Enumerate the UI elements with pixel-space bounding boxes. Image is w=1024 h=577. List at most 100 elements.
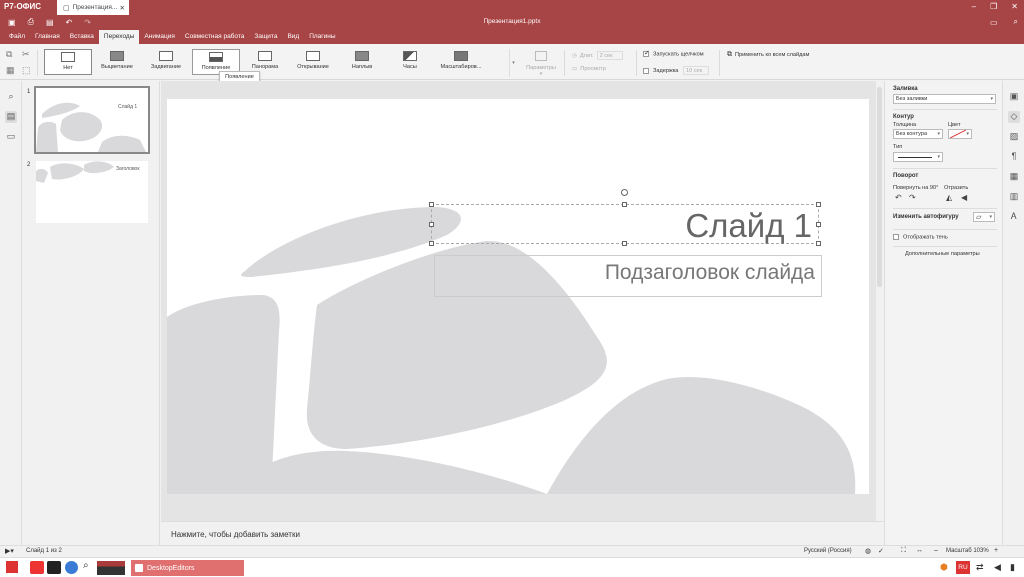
parameters-button[interactable]: Параметры ▾ [524, 49, 558, 77]
transition-zoom[interactable]: Масштабиров... [434, 49, 488, 75]
color-picker[interactable]: ▾ [948, 129, 972, 139]
language-select[interactable]: Русский (Россия) [804, 548, 852, 554]
notes-placeholder[interactable]: Нажмите, чтобы добавить заметки [171, 530, 300, 539]
volume-icon[interactable]: ◀ [994, 562, 1001, 573]
comments-icon[interactable]: ▭ [5, 131, 17, 143]
rotate-right-icon[interactable]: ↷ [909, 193, 916, 202]
rotate-handle-icon[interactable] [621, 189, 628, 196]
flip-horizontal-icon[interactable]: ◭ [946, 193, 952, 202]
type-label: Тип [893, 144, 903, 150]
transition-reveal[interactable]: Открывание [290, 49, 336, 75]
resize-handle[interactable] [429, 222, 434, 227]
push-icon [159, 51, 173, 61]
taskbar-desktop-editors[interactable]: DesktopEditors [131, 560, 244, 576]
tab-transitions[interactable]: Переходы [98, 30, 140, 44]
tab-protection[interactable]: Защита [249, 30, 282, 44]
image-settings-icon[interactable]: ▨ [1008, 131, 1020, 143]
start-on-click-checkbox[interactable]: Запускать щелчком [643, 49, 704, 57]
slide-thumbnail-1[interactable]: Слайд 1 [34, 86, 150, 154]
subtitle-placeholder[interactable]: Подзаголовок слайда [434, 255, 822, 297]
window-preview-icon[interactable] [97, 561, 125, 575]
slide-thumbnail-2[interactable]: Заголовок [36, 161, 148, 223]
search-icon[interactable]: ⌕ [5, 91, 17, 103]
resize-handle[interactable] [816, 222, 821, 227]
browser-app-icon[interactable] [65, 561, 78, 574]
search-icon[interactable]: ⌕ [83, 560, 89, 571]
tab-collaboration[interactable]: Совместная работа [180, 30, 249, 44]
change-shape-select[interactable]: ▱ ▾ [973, 212, 995, 222]
gallery-expand-icon[interactable]: ▾ [509, 49, 517, 77]
zoom-in-icon[interactable]: + [994, 547, 998, 554]
start-menu-icon[interactable] [6, 561, 18, 573]
slides-panel: 1 Слайд 1 2 Заголовок [22, 81, 160, 545]
slide-settings-icon[interactable]: ▣ [1008, 91, 1020, 103]
tab-animation[interactable]: Анимация [139, 30, 180, 44]
slide-subtitle[interactable]: Подзаголовок слайда [605, 261, 815, 285]
select-all-icon[interactable]: ⬚ [22, 65, 31, 76]
chart-settings-icon[interactable]: ▥ [1008, 191, 1020, 203]
package-tray-icon[interactable]: ⬢ [940, 562, 948, 573]
flip-vertical-icon[interactable]: ◀ [961, 193, 967, 202]
resize-handle[interactable] [816, 202, 821, 207]
preview-button[interactable]: ▭ Просмотр [572, 66, 606, 72]
table-settings-icon[interactable]: ▦ [1008, 171, 1020, 183]
delay-checkbox[interactable]: Задержка 10 сек [643, 66, 709, 75]
transition-fade[interactable]: Выцветание [94, 49, 140, 75]
text-art-settings-icon[interactable]: Ꭺ [1008, 211, 1020, 223]
slide-title[interactable]: Слайд 1 [685, 207, 812, 245]
close-window-icon[interactable]: ✕ [1011, 2, 1018, 11]
zoom-out-icon[interactable]: – [934, 547, 938, 554]
resize-handle[interactable] [622, 202, 627, 207]
transition-push[interactable]: Задвигание [142, 49, 190, 75]
rotate-left-icon[interactable]: ↶ [895, 193, 902, 202]
transition-cover[interactable]: Наплыв [340, 49, 384, 75]
fit-width-icon[interactable]: ↔ [916, 547, 923, 554]
duration-input[interactable]: 2 сек [596, 51, 623, 60]
transition-none[interactable]: Нет [44, 49, 92, 75]
cut-icon[interactable]: ✂ [22, 49, 30, 60]
chevron-down-icon: ▾ [989, 214, 992, 220]
delay-input[interactable]: 10 сек [682, 66, 709, 75]
paste-icon[interactable]: ▦ [6, 65, 15, 76]
resize-handle[interactable] [622, 241, 627, 246]
notifications-icon[interactable]: ▮ [1010, 562, 1015, 573]
maximize-icon[interactable]: ❐ [990, 2, 997, 11]
tab-view[interactable]: Вид [282, 30, 304, 44]
terminal-app-icon[interactable] [47, 561, 61, 574]
files-app-icon[interactable] [30, 561, 44, 574]
tab-plugins[interactable]: Плагины [304, 30, 340, 44]
resize-handle[interactable] [816, 241, 821, 246]
resize-handle[interactable] [429, 202, 434, 207]
transition-clock[interactable]: Часы [388, 49, 432, 75]
keyboard-layout-badge[interactable]: RU [956, 561, 970, 574]
open-folder-icon[interactable]: ▭ [990, 18, 998, 27]
notes-area[interactable]: Нажмите, чтобы добавить заметки [161, 521, 884, 545]
fill-select[interactable]: Без заливки ▾ [893, 94, 996, 104]
resize-handle[interactable] [429, 241, 434, 246]
show-shadow-checkbox[interactable]: Отображать тень [893, 234, 948, 240]
slides-icon[interactable]: ▤ [5, 111, 17, 123]
tab-insert[interactable]: Вставка [65, 30, 99, 44]
shape-settings-icon[interactable]: ◇ [1008, 111, 1020, 123]
globe-icon[interactable]: ◍ [865, 547, 871, 555]
close-tab-icon[interactable]: ✕ [120, 4, 125, 12]
search-icon[interactable]: ⌕ [1014, 17, 1018, 27]
tab-file[interactable]: Файл [4, 30, 30, 44]
copy-icon[interactable]: ⧉ [6, 49, 12, 60]
slide-canvas[interactable]: Слайд 1 Подзаголовок слайда [167, 99, 869, 494]
title-placeholder[interactable]: Слайд 1 [429, 189, 821, 246]
spellcheck-icon[interactable]: ✓ [878, 547, 884, 555]
scrollbar-thumb[interactable] [877, 87, 882, 287]
document-tab[interactable]: ▢ Презентация... ✕ [57, 0, 129, 15]
minimize-icon[interactable]: – [972, 2, 976, 11]
advanced-settings-link[interactable]: Дополнительные параметры [905, 251, 980, 257]
vertical-scrollbar[interactable] [876, 81, 884, 521]
paragraph-settings-icon[interactable]: ¶ [1008, 151, 1020, 163]
start-slideshow-icon[interactable]: ▶▾ [5, 547, 14, 555]
network-icon[interactable]: ⇄ [976, 562, 984, 573]
tab-home[interactable]: Главная [30, 30, 65, 44]
fit-slide-icon[interactable]: ⛶ [901, 547, 906, 555]
line-type-select[interactable]: ▾ [893, 152, 943, 162]
thickness-select[interactable]: Без контура ▾ [893, 129, 943, 139]
apply-all-slides-button[interactable]: ⧉ Применить ко всем слайдам [727, 51, 809, 59]
